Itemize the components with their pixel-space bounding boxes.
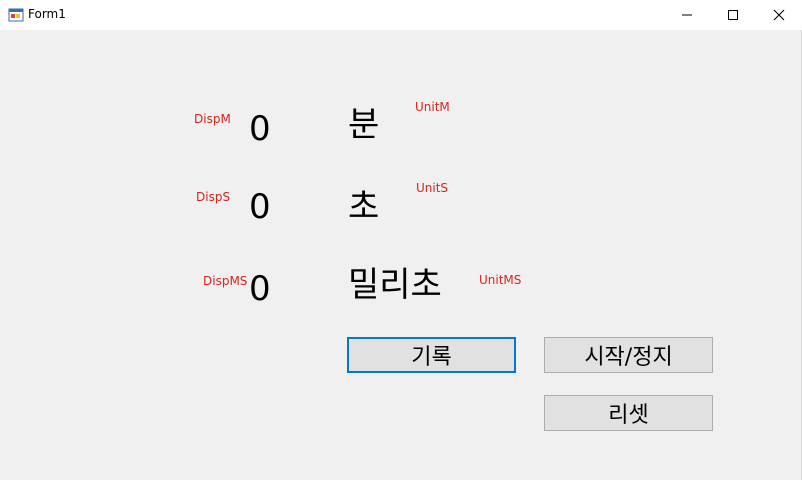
window-title: Form1 [28,7,66,21]
milliseconds-unit: 밀리초 [348,265,442,305]
close-icon [773,9,785,21]
form-client-area: DispM 0 분 UnitM DispS 0 초 UnitS DispMS 0… [0,30,802,480]
milliseconds-unit-debug-label: UnitMS [479,273,522,287]
minutes-debug-label: DispM [194,112,231,126]
close-button[interactable] [756,0,802,30]
seconds-unit-debug-label: UnitS [416,181,449,195]
reset-button[interactable]: 리셋 [544,395,713,431]
app-icon [8,7,24,23]
maximize-icon [728,10,738,20]
start-stop-button[interactable]: 시작/정지 [544,337,713,373]
milliseconds-debug-label: DispMS [203,274,248,288]
seconds-debug-label: DispS [196,190,231,204]
record-button[interactable]: 기록 [347,337,516,373]
minutes-unit: 분 [348,105,380,145]
minutes-value: 0 [249,109,271,149]
maximize-button[interactable] [710,0,756,30]
minimize-icon [682,14,692,16]
seconds-unit: 초 [348,187,380,227]
seconds-value: 0 [249,187,271,227]
milliseconds-value: 0 [249,269,271,309]
minimize-button[interactable] [664,0,710,30]
minutes-unit-debug-label: UnitM [415,100,450,114]
title-bar[interactable]: Form1 [0,0,802,30]
